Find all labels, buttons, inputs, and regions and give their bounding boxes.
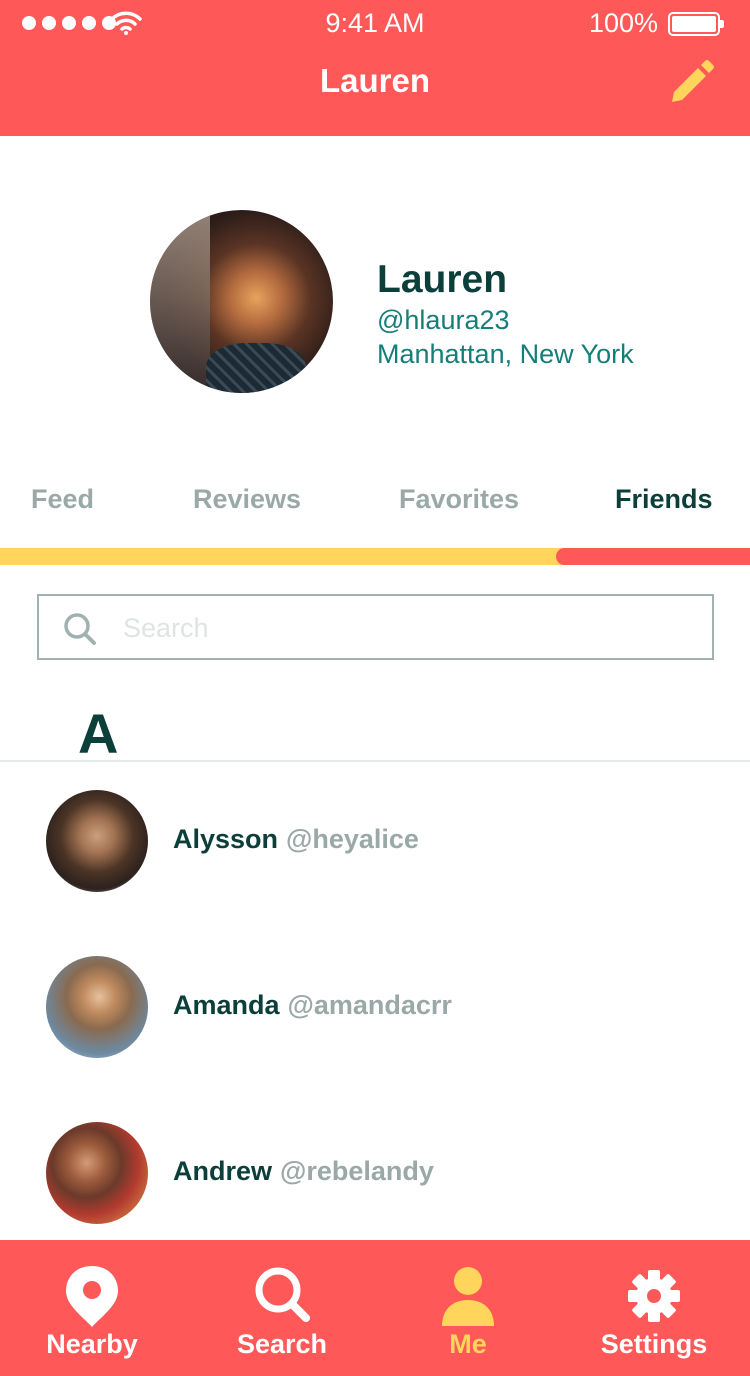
profile-name: Lauren xyxy=(377,258,508,301)
status-bar: 9:41 AM 100% xyxy=(0,0,750,48)
nav-item-search[interactable]: Search xyxy=(202,1240,362,1376)
nav-label-search: Search xyxy=(236,1329,328,1359)
pencil-icon[interactable] xyxy=(668,58,716,106)
tab-feed[interactable]: Feed xyxy=(31,484,94,515)
section-divider xyxy=(0,760,750,762)
nav-item-nearby[interactable]: Nearby xyxy=(12,1240,172,1376)
friend-info: Andrew @rebelandy xyxy=(173,1156,434,1187)
person-icon xyxy=(442,1267,494,1326)
friend-avatar xyxy=(46,956,148,1058)
section-header-letter: A xyxy=(78,702,119,765)
search-icon xyxy=(255,1267,310,1322)
bottom-navigation: Nearby Search Me Settings xyxy=(0,1240,750,1376)
tab-friends[interactable]: Friends xyxy=(615,484,713,515)
profile-handle: @hlaura23 xyxy=(377,305,510,335)
battery-percentage: 100% xyxy=(588,8,658,38)
nav-item-me[interactable]: Me xyxy=(388,1240,548,1376)
battery-icon xyxy=(668,12,724,36)
friend-list-item[interactable]: Amanda @amandacrr xyxy=(0,956,750,1060)
friend-avatar xyxy=(46,1122,148,1224)
friend-handle: @rebelandy xyxy=(280,1156,434,1186)
friend-info: Amanda @amandacrr xyxy=(173,990,452,1021)
app-header: 9:41 AM 100% Lauren xyxy=(0,0,750,136)
friend-name: Alysson xyxy=(173,824,279,854)
friend-list-item[interactable]: Alysson @heyalice xyxy=(0,790,750,894)
profile-location: Manhattan, New York xyxy=(377,339,634,369)
tab-favorites[interactable]: Favorites xyxy=(399,484,519,515)
search-icon xyxy=(64,613,96,645)
friend-name: Amanda xyxy=(173,990,280,1020)
profile-avatar xyxy=(150,210,333,393)
friend-handle: @amandacrr xyxy=(287,990,452,1020)
friend-handle: @heyalice xyxy=(286,824,419,854)
tab-reviews[interactable]: Reviews xyxy=(193,484,301,515)
nav-label-nearby: Nearby xyxy=(46,1329,138,1359)
friend-avatar xyxy=(46,790,148,892)
page-title: Lauren xyxy=(319,62,431,99)
search-input[interactable] xyxy=(123,606,683,650)
friends-search-box[interactable] xyxy=(37,594,714,660)
friend-info: Alysson @heyalice xyxy=(173,824,419,855)
location-pin-icon xyxy=(66,1266,118,1327)
nav-item-settings[interactable]: Settings xyxy=(574,1240,734,1376)
friend-list-item[interactable]: Andrew @rebelandy xyxy=(0,1122,750,1226)
gear-icon xyxy=(628,1270,680,1322)
nav-label-me: Me xyxy=(449,1329,487,1359)
tab-indicator-active xyxy=(556,548,750,565)
friend-name: Andrew xyxy=(173,1156,273,1186)
nav-label-settings: Settings xyxy=(600,1329,708,1359)
